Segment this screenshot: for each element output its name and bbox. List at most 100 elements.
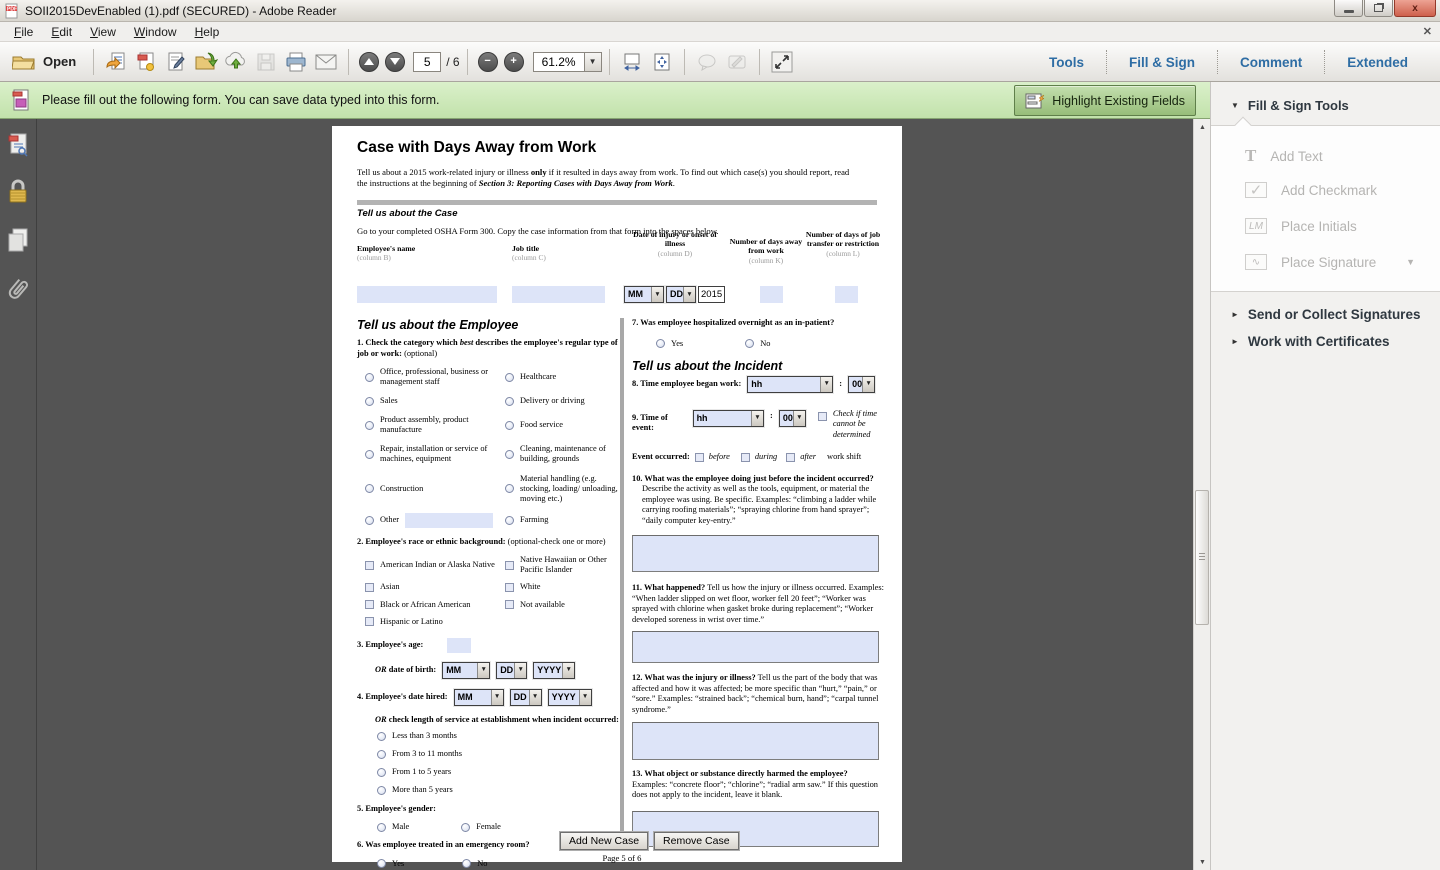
dob-day-select[interactable]: DD▼ bbox=[496, 662, 527, 679]
dob-year-select[interactable]: YYYY▼ bbox=[533, 662, 575, 679]
security-lock-icon[interactable] bbox=[7, 179, 29, 205]
fullscreen-button[interactable] bbox=[767, 48, 797, 76]
event-minute-select[interactable]: 00▼ bbox=[779, 410, 806, 427]
radio-button[interactable] bbox=[365, 421, 374, 430]
other-text-field[interactable] bbox=[405, 513, 493, 528]
menubar-close-icon[interactable]: ✕ bbox=[1423, 25, 1432, 38]
send-collect-signatures-section[interactable]: ► Send or Collect Signatures bbox=[1231, 307, 1420, 322]
checkbox[interactable] bbox=[505, 561, 514, 570]
print-button[interactable] bbox=[281, 48, 311, 76]
radio-button[interactable] bbox=[377, 750, 386, 759]
menu-view[interactable]: View bbox=[82, 23, 124, 41]
attachments-paperclip-icon[interactable] bbox=[7, 275, 29, 303]
fit-width-button[interactable] bbox=[617, 48, 647, 76]
question-11-textarea[interactable] bbox=[632, 631, 879, 663]
email-button[interactable] bbox=[311, 48, 341, 76]
signature-dropdown-icon[interactable]: ▼ bbox=[1406, 257, 1415, 267]
work-with-certificates-section[interactable]: ► Work with Certificates bbox=[1231, 334, 1389, 349]
after-checkbox[interactable] bbox=[786, 453, 795, 462]
radio-button[interactable] bbox=[656, 339, 665, 348]
radio-button[interactable] bbox=[461, 823, 470, 832]
save-to-folder-button[interactable] bbox=[191, 48, 221, 76]
injury-month-select[interactable]: MM▼ bbox=[624, 286, 664, 303]
began-work-hour-select[interactable]: hh▼ bbox=[747, 376, 833, 393]
radio-button[interactable] bbox=[377, 732, 386, 741]
menu-help[interactable]: Help bbox=[187, 23, 228, 41]
sign-document-button[interactable] bbox=[161, 48, 191, 76]
fill-sign-tools-header[interactable]: ▼ Fill & Sign Tools bbox=[1231, 98, 1349, 113]
open-button[interactable]: Open bbox=[8, 50, 86, 74]
create-pdf-button[interactable] bbox=[131, 48, 161, 76]
time-undetermined-checkbox[interactable] bbox=[818, 412, 827, 421]
radio-button[interactable] bbox=[462, 859, 471, 868]
radio-button[interactable] bbox=[377, 768, 386, 777]
hired-day-select[interactable]: DD▼ bbox=[510, 689, 542, 706]
radio-button[interactable] bbox=[505, 484, 514, 493]
event-hour-select[interactable]: hh▼ bbox=[693, 410, 764, 427]
tab-tools[interactable]: Tools bbox=[1027, 55, 1106, 70]
cloud-upload-button[interactable] bbox=[221, 48, 251, 76]
scrollbar-thumb[interactable] bbox=[1195, 490, 1209, 625]
radio-button[interactable] bbox=[505, 450, 514, 459]
fit-page-button[interactable] bbox=[647, 48, 677, 76]
menu-window[interactable]: Window bbox=[126, 23, 185, 41]
minimize-button[interactable] bbox=[1334, 0, 1363, 17]
menu-file[interactable]: File bbox=[6, 23, 41, 41]
tab-comment[interactable]: Comment bbox=[1218, 55, 1324, 70]
hired-month-select[interactable]: MM▼ bbox=[454, 689, 504, 706]
zoom-in-button[interactable]: + bbox=[504, 52, 524, 72]
radio-button[interactable] bbox=[365, 450, 374, 459]
next-page-button[interactable] bbox=[385, 52, 405, 72]
remove-case-button[interactable]: Remove Case bbox=[654, 832, 739, 850]
send-file-button[interactable] bbox=[101, 48, 131, 76]
scroll-up-button[interactable]: ▲ bbox=[1194, 119, 1211, 135]
previous-page-button[interactable] bbox=[359, 52, 379, 72]
radio-button[interactable] bbox=[377, 859, 386, 868]
zoom-level-value[interactable]: 61.2% bbox=[533, 52, 585, 72]
checkbox[interactable] bbox=[365, 583, 374, 592]
hired-year-select[interactable]: YYYY▼ bbox=[548, 689, 592, 706]
tab-fill-sign[interactable]: Fill & Sign bbox=[1107, 55, 1217, 70]
employee-age-field[interactable] bbox=[447, 638, 471, 653]
question-10-textarea[interactable] bbox=[632, 535, 879, 572]
job-title-field[interactable] bbox=[512, 286, 605, 303]
scroll-down-button[interactable]: ▼ bbox=[1194, 854, 1211, 870]
close-button[interactable]: x bbox=[1394, 0, 1436, 17]
export-pdf-icon[interactable] bbox=[7, 133, 29, 157]
vertical-scrollbar[interactable]: ▲ ▼ bbox=[1193, 119, 1210, 870]
dob-month-select[interactable]: MM▼ bbox=[442, 662, 490, 679]
checkbox[interactable] bbox=[365, 561, 374, 570]
radio-button[interactable] bbox=[365, 516, 374, 525]
injury-day-select[interactable]: DD▼ bbox=[666, 286, 696, 303]
pages-icon[interactable] bbox=[6, 227, 30, 253]
radio-button[interactable] bbox=[505, 516, 514, 525]
checkbox[interactable] bbox=[365, 617, 374, 626]
menu-edit[interactable]: Edit bbox=[43, 23, 80, 41]
radio-button[interactable] bbox=[365, 484, 374, 493]
radio-button[interactable] bbox=[365, 373, 374, 382]
checkbox[interactable] bbox=[505, 583, 514, 592]
before-checkbox[interactable] bbox=[695, 453, 704, 462]
question-12-textarea[interactable] bbox=[632, 722, 879, 760]
checkbox[interactable] bbox=[365, 600, 374, 609]
employee-name-field[interactable] bbox=[357, 286, 497, 303]
restore-button[interactable] bbox=[1364, 0, 1393, 17]
radio-button[interactable] bbox=[505, 421, 514, 430]
during-checkbox[interactable] bbox=[741, 453, 750, 462]
radio-button[interactable] bbox=[377, 823, 386, 832]
radio-button[interactable] bbox=[365, 397, 374, 406]
job-transfer-days-field[interactable] bbox=[835, 286, 858, 303]
radio-button[interactable] bbox=[505, 397, 514, 406]
checkbox[interactable] bbox=[505, 600, 514, 609]
page-number-input[interactable] bbox=[413, 52, 441, 72]
add-new-case-button[interactable]: Add New Case bbox=[560, 832, 648, 850]
tab-extended[interactable]: Extended bbox=[1325, 55, 1430, 70]
zoom-dropdown-button[interactable]: ▼ bbox=[585, 52, 602, 72]
began-work-minute-select[interactable]: 00▼ bbox=[848, 376, 875, 393]
radio-button[interactable] bbox=[745, 339, 754, 348]
highlight-existing-fields-button[interactable]: Highlight Existing Fields bbox=[1014, 85, 1196, 116]
radio-button[interactable] bbox=[505, 373, 514, 382]
radio-button[interactable] bbox=[377, 786, 386, 795]
zoom-out-button[interactable]: − bbox=[478, 52, 498, 72]
days-away-field[interactable] bbox=[760, 286, 783, 303]
